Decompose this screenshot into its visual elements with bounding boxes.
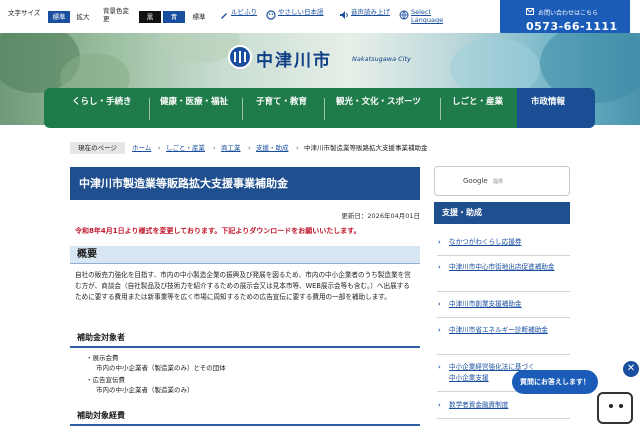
target-item-title: 展示会費	[92, 354, 119, 362]
target-item-title: 広告宣伝費	[92, 376, 126, 384]
breadcrumb-support[interactable]: 支援・助成	[256, 142, 289, 154]
read-aloud-link[interactable]: 音声読み上げ	[351, 8, 391, 16]
text-size-standard-button[interactable]: 標準	[48, 11, 70, 23]
target-item-exhibition: ・展示会費	[86, 354, 119, 362]
site-search-box[interactable]: Google 提供	[434, 166, 570, 196]
overview-heading: 概要	[70, 246, 420, 264]
speaker-icon	[340, 11, 348, 19]
search-input[interactable]: 提供	[493, 178, 503, 185]
target-item-detail: 市内の中小企業者（製造業のみ）	[96, 386, 194, 394]
globe-icon	[399, 10, 409, 20]
ruby-link[interactable]: ルビふり	[231, 8, 257, 16]
sidebar-link[interactable]: 中津川市中心市街地出店促進補助金	[437, 262, 570, 273]
nav-item-city-info[interactable]: 市政情報	[517, 88, 595, 128]
target-item-detail: 市内の中小企業者（製造業のみ）とその団体	[96, 364, 226, 372]
sidebar-link[interactable]: 中津川市創業支援補助金	[437, 299, 570, 310]
sidebar-divider	[437, 317, 570, 318]
chatbot-avatar-icon[interactable]	[597, 392, 633, 424]
mail-icon	[526, 8, 534, 15]
target-item-advertising: ・広告宣伝費	[86, 376, 126, 384]
nav-item-tourism[interactable]: 観光・文化・スポーツ	[336, 88, 428, 128]
logo-subtitle: Nakatsugawa City	[352, 55, 411, 63]
nav-item-childcare[interactable]: 子育て・教育	[256, 88, 314, 128]
breadcrumb-here-label: 現在のページ	[70, 142, 125, 154]
global-nav: くらし・手続き 健康・医療・福祉 子育て・教育 観光・文化・スポーツ しごと・産…	[44, 88, 595, 128]
bg-blue-button[interactable]: 青	[163, 11, 185, 23]
format-change-notice: 令和8年4月1日より様式を変更しております。下記よりダウンロードをお願いいたしま…	[75, 227, 361, 235]
nav-item-living[interactable]: くらし・手続き	[72, 88, 134, 128]
sidebar-divider	[437, 354, 570, 355]
breadcrumb-home[interactable]: ホーム	[132, 142, 151, 154]
breadcrumb-current: 中津川市製造業等販路拡大支援事業補助金	[304, 144, 428, 152]
easy-japanese-icon	[266, 10, 276, 20]
ruby-icon	[221, 13, 227, 19]
updated-date: 更新日：2026年04月01日	[341, 212, 420, 220]
utility-bar: 文字サイズ 標準 拡大 背景色変更 黒 青 標準 ルビふり やさしい日本語 音声…	[0, 0, 640, 39]
bg-standard-button[interactable]: 標準	[187, 11, 211, 23]
chatbot-close-icon[interactable]: ✕	[623, 361, 639, 377]
chatbot-bubble[interactable]: 質問にお答えします！	[512, 370, 598, 394]
cost-heading: 補助対象経費	[70, 408, 420, 426]
breadcrumb-business[interactable]: しごと・産業	[166, 142, 205, 154]
breadcrumb-commerce[interactable]: 商工業	[221, 142, 241, 154]
bg-black-button[interactable]: 黒	[139, 11, 161, 23]
sidebar-divider	[437, 291, 570, 292]
sidebar-link[interactable]: 数学者資金融資制度	[437, 400, 537, 411]
text-size-large-button[interactable]: 拡大	[72, 11, 94, 23]
sidebar-divider	[437, 255, 570, 256]
select-language-link[interactable]: Select Language	[411, 8, 453, 24]
sidebar-link[interactable]: なかつがわくらし応援券	[437, 237, 570, 248]
logo-name: 中津川市	[256, 51, 332, 71]
contact-label: お問い合わせはこちら	[538, 10, 599, 17]
search-brand: Google	[463, 177, 488, 185]
easy-japanese-link[interactable]: やさしい日本語	[278, 8, 326, 16]
site-logo[interactable]: 中津川市 Nakatsugawa City	[228, 45, 418, 73]
contact-phone[interactable]: 0573-66-1111	[526, 20, 618, 33]
overview-text: 自社の販売力強化を目指す、市内の中小製造企業の振興及び発展を図るため、市内の中小…	[75, 271, 411, 301]
target-heading: 補助金対象者	[70, 330, 420, 348]
sidebar-divider	[437, 418, 570, 419]
bg-color-label: 背景色変更	[103, 7, 129, 23]
sidebar-link[interactable]: 中津川市省エネルギー診断補助金	[437, 325, 570, 336]
city-emblem-icon	[228, 45, 252, 69]
nav-item-health[interactable]: 健康・医療・福祉	[160, 88, 234, 128]
nav-item-business[interactable]: しごと・産業	[452, 88, 512, 128]
page-title: 中津川市製造業等販路拡大支援事業補助金	[70, 167, 420, 200]
text-size-label: 文字サイズ	[8, 9, 41, 17]
sidebar-heading: 支援・助成	[434, 202, 570, 224]
